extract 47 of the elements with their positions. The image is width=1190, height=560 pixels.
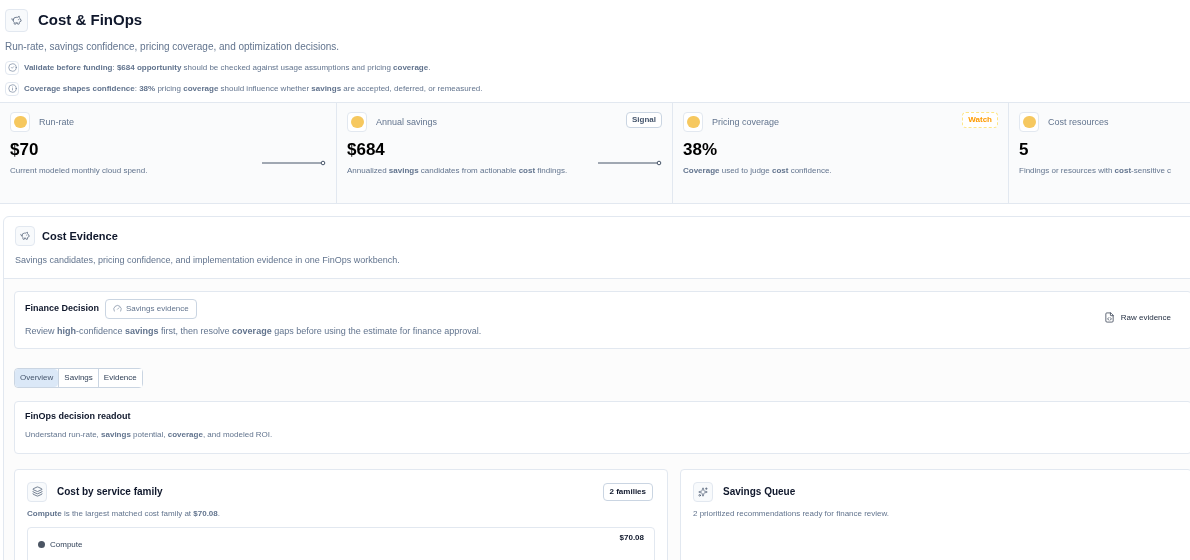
- gauge-icon: [113, 304, 123, 313]
- metric-label: Annual savings: [376, 116, 438, 129]
- metric-description: Findings or resources with cost-sensitive c: [1019, 165, 1172, 178]
- card-title: Savings Queue: [723, 485, 796, 499]
- notice-text: Validate before funding: $684 opportunity should be checked against usage assumptions and pricing coverage.: [24, 61, 431, 74]
- metric-label: Run-rate: [39, 116, 74, 129]
- metric-description: Current modeled monthly cloud spend.: [10, 165, 148, 178]
- info-icon: [5, 81, 19, 96]
- metric-label: Pricing coverage: [712, 116, 780, 129]
- evidence-chip: Savings evidence: [105, 298, 197, 319]
- readout-title: FinOps decision readout: [25, 409, 132, 423]
- piggy-bank-icon: [15, 226, 35, 246]
- metric-value: $684: [347, 139, 386, 161]
- section-subtitle: Savings candidates, pricing confidence, and implementation evidence in one FinOps workbench.: [15, 254, 401, 267]
- coin-icon: [347, 112, 367, 132]
- code-file-icon: [1103, 312, 1115, 323]
- metric-value: $70: [10, 139, 40, 161]
- card-subtitle: 2 prioritized recommendations ready for finance review.: [693, 507, 891, 520]
- raw-evidence-button[interactable]: Raw evidence: [1103, 311, 1171, 324]
- page-subtitle: Run-rate, savings confidence, pricing coverage, and optimization decisions.: [5, 40, 341, 54]
- metric-description: Coverage used to judge cost confidence.: [683, 165, 832, 178]
- metric-description: Annualized savings candidates from actionable cost findings.: [347, 165, 568, 178]
- count-badge: 2 families: [602, 482, 653, 501]
- status-badge: Signal: [626, 112, 662, 128]
- layers-icon: [27, 481, 47, 502]
- family-amount: $70.08: [619, 531, 644, 544]
- status-badge: Watch: [962, 112, 998, 128]
- notice-text: Coverage shapes confidence: 38% pricing coverage should influence whether savings are accepted, deferred, or remeasured.: [24, 82, 483, 95]
- readout-text: Understand run-rate, savings potential, coverage, and modeled ROI.: [25, 429, 274, 441]
- piggy-bank-icon: [5, 9, 28, 32]
- metric-value: 5: [1019, 139, 1030, 161]
- page-title: Cost & FinOps: [38, 10, 143, 31]
- card-title: Cost by service family: [57, 485, 163, 499]
- coin-icon: [10, 112, 30, 132]
- tab[interactable]: Evidence: [97, 368, 142, 387]
- metric-label: Cost resources: [1048, 116, 1109, 129]
- tab[interactable]: Overview: [15, 368, 59, 387]
- metric-value: 38%: [683, 139, 719, 161]
- sparkles-icon: [693, 481, 713, 502]
- decision-title: Finance Decision: [25, 301, 100, 315]
- check-circle-icon: [5, 60, 19, 75]
- coin-icon: [683, 112, 703, 132]
- card-subtitle: Compute is the largest matched cost family at $70.08.: [27, 507, 221, 520]
- coin-icon: [1019, 112, 1039, 132]
- section-title: Cost Evidence: [42, 228, 118, 244]
- family-name: Compute: [50, 538, 83, 551]
- decision-text: Review high-confidence savings first, then resolve coverage gaps before using the estimate for finance approval.: [25, 324, 483, 338]
